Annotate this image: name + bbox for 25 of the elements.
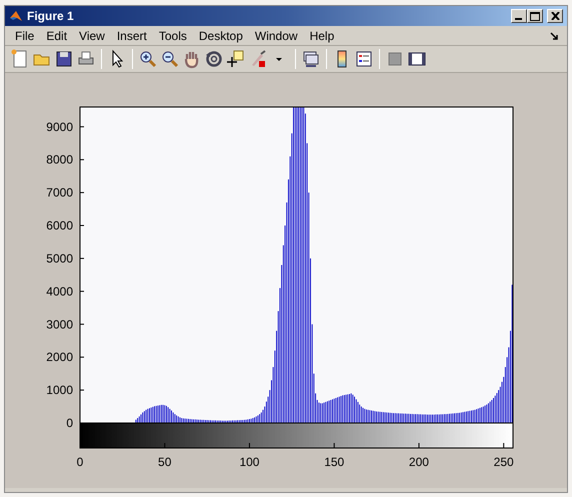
x-tick-label: 50	[158, 455, 172, 469]
window-title: Figure 1	[27, 8, 74, 25]
y-tick-label: 2000	[46, 350, 73, 364]
y-tick-label: 6000	[46, 218, 73, 232]
x-tick-label: 150	[324, 455, 344, 469]
y-tick-label: 9000	[46, 120, 73, 134]
y-tick-label: 7000	[46, 186, 73, 200]
y-tick-label: 8000	[46, 152, 73, 167]
menu-item[interactable]: Window	[248, 26, 304, 44]
menu-item[interactable]: Edit	[40, 26, 74, 44]
menu-item[interactable]: File	[9, 26, 40, 44]
x-tick-label: 100	[239, 455, 260, 469]
menu-item[interactable]: Tools	[152, 26, 193, 44]
menu-item[interactable]: Insert	[110, 26, 153, 44]
menu-item[interactable]: Help	[304, 26, 340, 44]
y-tick-label: 4000	[46, 284, 73, 298]
y-tick-label: 1000	[46, 383, 73, 398]
menu-item[interactable]: View	[73, 26, 111, 44]
x-tick-label: 200	[408, 455, 429, 469]
x-tick-label: 250	[494, 455, 514, 469]
menu-item[interactable]: Desktop	[192, 26, 249, 44]
y-tick-label: 3000	[46, 317, 73, 332]
x-tick-label: 0	[76, 455, 84, 469]
y-tick-label: 5000	[46, 251, 73, 266]
y-tick-label: 0	[66, 416, 73, 430]
